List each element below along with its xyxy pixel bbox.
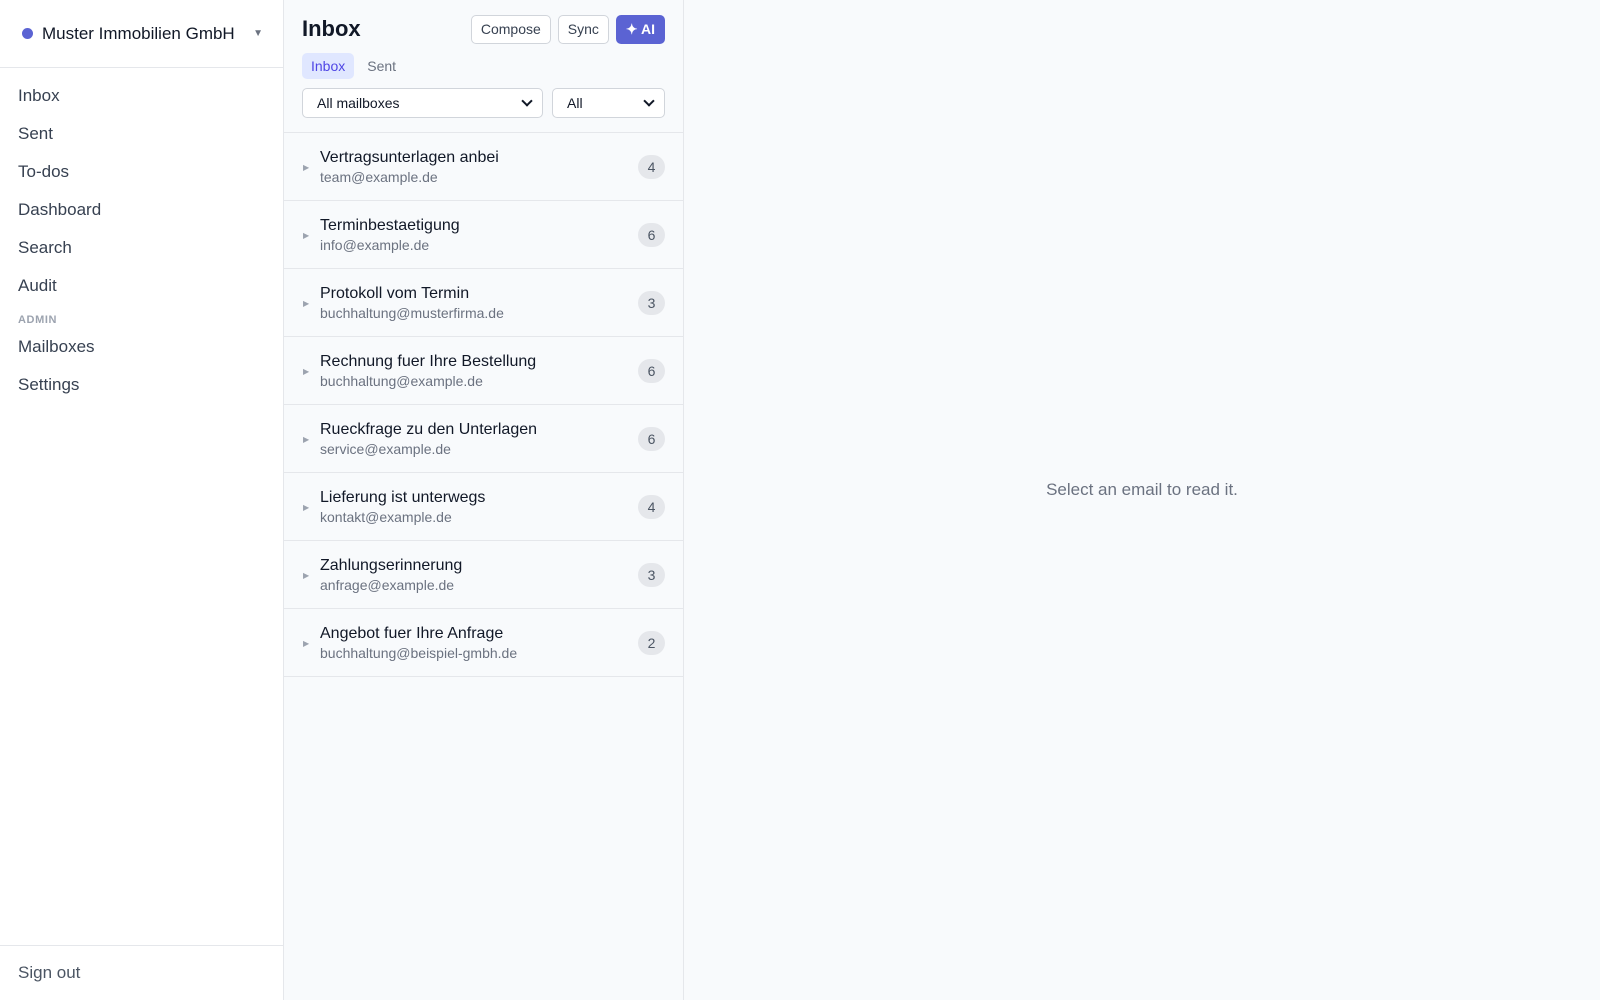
thread-sender: buchhaltung@musterfirma.de	[320, 304, 504, 321]
tab-inbox[interactable]: Inbox	[302, 53, 355, 79]
sidebar-item-mailboxes[interactable]: Mailboxes	[0, 328, 283, 366]
expand-arrow-icon[interactable]: ▶	[303, 639, 320, 648]
thread-sender: buchhaltung@beispiel-gmbh.de	[320, 644, 518, 661]
thread-subject: Rueckfrage zu den Unterlagen	[320, 420, 538, 438]
thread-body: Angebot fuer Ihre Anfrage buchhaltung@be…	[320, 624, 638, 662]
thread-subject: Terminbestaetigung	[320, 216, 460, 234]
reading-pane: Select an email to read it.	[684, 0, 1600, 1000]
thread-subject: Lieferung ist unterwegs	[320, 488, 486, 506]
sidebar-item-dashboard[interactable]: Dashboard	[0, 191, 283, 229]
sidebar: Muster Immobilien GmbH ▼ Inbox Sent To-d…	[0, 0, 284, 1000]
chevron-down-icon	[521, 95, 533, 107]
mailbox-select[interactable]: All mailboxes	[302, 88, 543, 118]
thread-row[interactable]: ▶ Zahlungserinnerung anfrage@example.de …	[284, 541, 683, 609]
thread-sender: service@example.de	[320, 440, 451, 457]
chevron-down-icon	[643, 95, 655, 107]
thread-sender: anfrage@example.de	[320, 576, 455, 593]
sidebar-item-settings[interactable]: Settings	[0, 366, 283, 404]
folder-tabs: Inbox Sent	[302, 53, 665, 79]
admin-section-label: ADMIN	[18, 314, 58, 326]
sidebar-item-search[interactable]: Search	[0, 229, 283, 267]
sidebar-item-todos[interactable]: To-dos	[0, 153, 283, 191]
thread-row[interactable]: ▶ Protokoll vom Termin buchhaltung@muste…	[284, 269, 683, 337]
org-name: Muster Immobilien GmbH	[42, 23, 235, 43]
thread-body: Vertragsunterlagen anbei team@example.de	[320, 148, 638, 186]
thread-row[interactable]: ▶ Terminbestaetigung info@example.de 6	[284, 201, 683, 269]
compose-button[interactable]: Compose	[470, 14, 551, 44]
mail-app: Muster Immobilien GmbH ▼ Inbox Sent To-d…	[0, 0, 1600, 1000]
sign-out-link[interactable]: Sign out	[18, 963, 80, 983]
thread-body: Protokoll vom Termin buchhaltung@musterf…	[320, 284, 638, 322]
empty-state-message: Select an email to read it.	[1046, 480, 1238, 499]
message-count-badge: 6	[638, 358, 665, 383]
sidebar-footer: Sign out	[0, 945, 283, 1000]
thread-body: Rechnung fuer Ihre Bestellung buchhaltun…	[320, 352, 638, 390]
thread-subject: Protokoll vom Termin	[320, 284, 470, 302]
thread-row[interactable]: ▶ Vertragsunterlagen anbei team@example.…	[284, 133, 683, 201]
expand-arrow-icon[interactable]: ▶	[303, 299, 320, 308]
tab-sent[interactable]: Sent	[358, 53, 405, 79]
org-switcher[interactable]: Muster Immobilien GmbH ▼	[0, 0, 283, 68]
thread-list: ▶ Vertragsunterlagen anbei team@example.…	[284, 133, 683, 1000]
message-count-badge: 3	[638, 290, 665, 315]
message-list-header: Inbox Compose Sync ✦ AI Inbox Sent All m…	[284, 0, 683, 133]
message-list-pane: Inbox Compose Sync ✦ AI Inbox Sent All m…	[284, 0, 684, 1000]
thread-body: Terminbestaetigung info@example.de	[320, 216, 638, 254]
message-count-badge: 2	[638, 630, 665, 655]
sidebar-nav: Inbox Sent To-dos Dashboard Search Audit…	[0, 68, 283, 945]
list-toolbar: Inbox Compose Sync ✦ AI	[302, 14, 665, 44]
chevron-down-icon: ▼	[253, 28, 263, 39]
sync-button[interactable]: Sync	[557, 14, 609, 44]
thread-row[interactable]: ▶ Rueckfrage zu den Unterlagen service@e…	[284, 405, 683, 473]
page-title: Inbox	[302, 16, 361, 41]
status-select[interactable]: All	[552, 88, 665, 118]
thread-body: Rueckfrage zu den Unterlagen service@exa…	[320, 420, 638, 458]
thread-row[interactable]: ▶ Angebot fuer Ihre Anfrage buchhaltung@…	[284, 609, 683, 677]
sidebar-item-audit[interactable]: Audit	[0, 267, 283, 305]
filters: All mailboxes All	[302, 88, 665, 118]
expand-arrow-icon[interactable]: ▶	[303, 435, 320, 444]
thread-subject: Zahlungserinnerung	[320, 556, 463, 574]
message-count-badge: 4	[638, 494, 665, 519]
status-select-value: All	[567, 95, 583, 111]
thread-row[interactable]: ▶ Rechnung fuer Ihre Bestellung buchhalt…	[284, 337, 683, 405]
thread-sender: kontakt@example.de	[320, 508, 452, 525]
thread-body: Lieferung ist unterwegs kontakt@example.…	[320, 488, 638, 526]
thread-subject: Rechnung fuer Ihre Bestellung	[320, 352, 537, 370]
expand-arrow-icon[interactable]: ▶	[303, 163, 320, 172]
thread-subject: Vertragsunterlagen anbei	[320, 148, 499, 166]
message-count-badge: 6	[638, 426, 665, 451]
mailbox-select-value: All mailboxes	[317, 95, 400, 111]
expand-arrow-icon[interactable]: ▶	[303, 571, 320, 580]
expand-arrow-icon[interactable]: ▶	[303, 231, 320, 240]
message-count-badge: 4	[638, 154, 665, 179]
sidebar-item-inbox[interactable]: Inbox	[0, 77, 283, 115]
thread-sender: team@example.de	[320, 168, 438, 185]
message-count-badge: 3	[638, 562, 665, 587]
message-count-badge: 6	[638, 222, 665, 247]
thread-sender: buchhaltung@example.de	[320, 372, 483, 389]
ai-button[interactable]: ✦ AI	[615, 14, 665, 44]
thread-row[interactable]: ▶ Lieferung ist unterwegs kontakt@exampl…	[284, 473, 683, 541]
thread-body: Zahlungserinnerung anfrage@example.de	[320, 556, 638, 594]
thread-subject: Angebot fuer Ihre Anfrage	[320, 624, 504, 642]
sidebar-item-sent[interactable]: Sent	[0, 115, 283, 153]
org-status-dot	[22, 28, 33, 39]
expand-arrow-icon[interactable]: ▶	[303, 367, 320, 376]
expand-arrow-icon[interactable]: ▶	[303, 503, 320, 512]
thread-sender: info@example.de	[320, 236, 430, 253]
